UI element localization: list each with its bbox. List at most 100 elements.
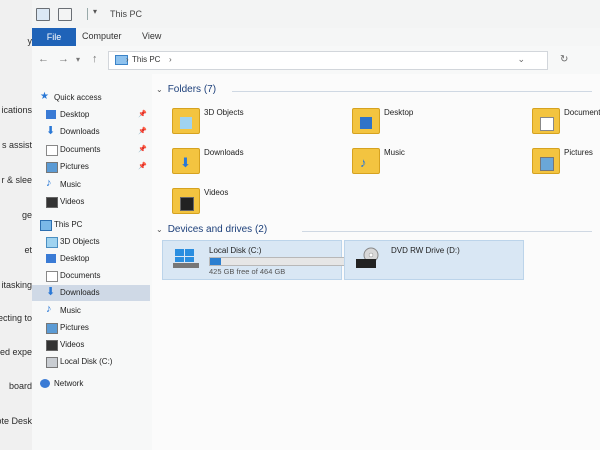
nav-label: Downloads	[60, 288, 100, 297]
address-row: ← → ▾ ↑ › This PC › ⌄ ↻	[32, 46, 600, 74]
folder-icon	[352, 108, 380, 134]
folder-icon	[532, 108, 560, 134]
nav-label: Desktop	[60, 254, 90, 263]
nav-pc-pictures[interactable]: Pictures	[32, 320, 150, 336]
desktop-icon	[46, 254, 56, 263]
window-title: This PC	[110, 9, 143, 19]
nav-label: Network	[54, 379, 84, 388]
background-settings-strip: y ications s assist r & slee ge et itask…	[0, 0, 33, 450]
nav-pc-desktop[interactable]: Desktop	[32, 251, 150, 267]
folder-name: Pictures	[564, 148, 593, 157]
collapse-chevron-icon[interactable]: ⌄	[156, 85, 163, 94]
nav-pc-videos[interactable]: Videos	[32, 337, 150, 353]
devices-group-header[interactable]: ⌄ Devices and drives (2)	[156, 224, 267, 235]
dvd-drive-icon	[355, 247, 381, 269]
pictures-icon	[46, 323, 58, 334]
address-dropdown-icon[interactable]: ⌄	[517, 54, 525, 65]
tab-view[interactable]: View	[142, 31, 161, 41]
nav-quick-desktop[interactable]: Desktop 📌	[32, 107, 150, 123]
forward-arrow-icon[interactable]: →	[58, 53, 69, 65]
nav-label: Desktop	[60, 110, 90, 119]
nav-quick-music[interactable]: ♪ Music	[32, 177, 150, 193]
nav-pc-downloads[interactable]: ⬇ Downloads	[32, 285, 150, 301]
folder-icon	[532, 148, 560, 174]
folder-videos[interactable]: Videos	[172, 186, 322, 220]
collapse-chevron-icon[interactable]: ⌄	[156, 225, 163, 234]
nav-label: Pictures	[60, 323, 89, 332]
folder-icon	[172, 108, 200, 134]
nav-quick-documents[interactable]: Documents 📌	[32, 142, 150, 158]
nav-pc-local-disk[interactable]: Local Disk (C:)	[32, 354, 150, 370]
up-arrow-icon[interactable]: ↑	[92, 53, 98, 65]
back-arrow-icon[interactable]: ←	[38, 53, 49, 65]
folder-name: Downloads	[204, 148, 244, 157]
drive-dvd-rw-d[interactable]: DVD RW Drive (D:)	[344, 240, 524, 280]
bg-item: ecting to	[0, 313, 32, 323]
music-icon: ♪	[46, 303, 52, 315]
folders-group-header[interactable]: ⌄ Folders (7)	[156, 84, 216, 95]
folder-icon: ⬇	[172, 148, 200, 174]
breadcrumb-chevron-icon[interactable]: ›	[126, 55, 129, 64]
pin-icon[interactable]: 📌	[138, 110, 147, 118]
refresh-icon[interactable]: ↻	[560, 54, 568, 65]
bg-item: s assist	[1, 140, 32, 150]
windows-drive-icon	[173, 247, 199, 269]
videos-icon	[46, 340, 58, 351]
nav-label: Documents	[60, 145, 101, 154]
drive-name: Local Disk (C:)	[209, 246, 262, 255]
nav-quick-access[interactable]: ★ Quick access	[32, 90, 150, 106]
computer-icon[interactable]	[36, 8, 50, 21]
bg-item: r & slee	[1, 175, 32, 185]
bg-item: red expe	[0, 347, 32, 357]
nav-this-pc[interactable]: This PC	[32, 217, 150, 233]
breadcrumb-this-pc[interactable]: This PC	[132, 55, 160, 64]
3d-objects-icon	[180, 117, 192, 129]
folder-3d-objects[interactable]: 3D Objects	[172, 106, 322, 140]
nav-quick-pictures[interactable]: Pictures 📌	[32, 159, 150, 175]
breadcrumb-chevron-icon[interactable]: ›	[169, 55, 172, 64]
drive-free-space: 425 GB free of 464 GB	[209, 267, 286, 276]
drive-usage-bar	[209, 257, 347, 266]
nav-quick-downloads[interactable]: ⬇ Downloads 📌	[32, 124, 150, 140]
folder-name: 3D Objects	[204, 108, 244, 117]
documents-icon	[46, 145, 58, 156]
tab-computer[interactable]: Computer	[82, 31, 122, 41]
drive-local-disk-c[interactable]: Local Disk (C:) 425 GB free of 464 GB	[162, 240, 347, 280]
nav-label: Quick access	[54, 93, 102, 102]
properties-icon[interactable]	[58, 8, 72, 21]
pin-icon[interactable]: 📌	[138, 162, 147, 170]
folder-downloads[interactable]: ⬇ Downloads	[172, 146, 322, 180]
nav-pc-music[interactable]: ♪ Music	[32, 303, 150, 319]
bg-item: ications	[1, 105, 32, 115]
nav-pc-3d-objects[interactable]: 3D Objects	[32, 234, 150, 250]
bg-item: itasking	[1, 280, 32, 290]
nav-label: Documents	[60, 271, 101, 280]
nav-quick-videos[interactable]: Videos	[32, 194, 150, 210]
tab-file[interactable]: File	[32, 28, 76, 46]
downloads-icon: ⬇	[46, 125, 56, 137]
recent-locations-icon[interactable]: ▾	[76, 55, 80, 64]
bg-item: ge	[21, 210, 32, 220]
nav-network[interactable]: Network	[32, 376, 150, 392]
folder-documents[interactable]: Documents	[532, 106, 600, 140]
nav-pc-documents[interactable]: Documents	[32, 268, 150, 284]
desktop-icon	[46, 110, 56, 119]
divider	[302, 231, 592, 232]
pictures-icon	[46, 162, 58, 173]
customize-toolbar-icon[interactable]: ▾	[93, 7, 97, 16]
nav-label: Local Disk (C:)	[60, 357, 113, 366]
drive-usage-fill	[210, 258, 222, 265]
folder-desktop[interactable]: Desktop	[352, 106, 502, 140]
music-icon: ♪	[360, 155, 367, 170]
folder-music[interactable]: ♪ Music	[352, 146, 502, 180]
videos-icon	[46, 197, 58, 208]
downloads-icon: ⬇	[46, 286, 56, 298]
star-icon: ★	[40, 91, 49, 102]
address-bar[interactable]: › This PC › ⌄	[108, 51, 548, 70]
pin-icon[interactable]: 📌	[138, 127, 147, 135]
nav-label: Music	[60, 306, 81, 315]
folder-pictures[interactable]: Pictures	[532, 146, 600, 180]
pin-icon[interactable]: 📌	[138, 145, 147, 153]
bg-item: board	[8, 381, 32, 391]
music-icon: ♪	[46, 177, 52, 189]
